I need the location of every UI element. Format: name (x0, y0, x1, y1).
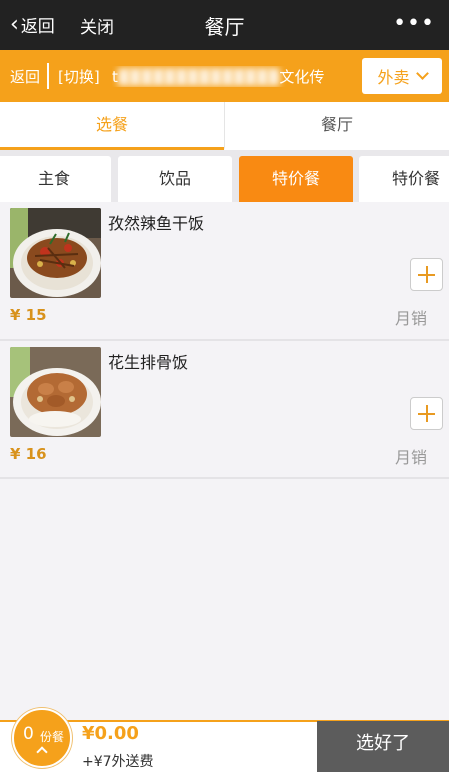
store-name-suffix: 文化传 (279, 68, 325, 86)
category-tab-staple[interactable]: 主食 (0, 156, 111, 202)
category-tab-drinks[interactable]: 饮品 (118, 156, 232, 202)
category-tabs: 主食 饮品 特价餐 特价餐 (0, 150, 449, 202)
chevron-left-icon: ‹ (10, 11, 19, 37)
delivery-fee: +¥7外送费 (82, 754, 154, 770)
category-tab-special-2[interactable]: 特价餐 (359, 156, 449, 202)
cart-count: 0 (23, 724, 34, 744)
dish-price: ¥ 16 (10, 445, 47, 463)
order-mode-select[interactable]: 外卖 (362, 58, 442, 94)
more-dots-icon[interactable]: ••• (393, 11, 435, 36)
store-back-link[interactable]: 返回 (10, 66, 40, 87)
add-to-cart-button[interactable] (410, 397, 443, 430)
add-to-cart-button[interactable] (410, 258, 443, 291)
store-name-blurred: ██████████████ (117, 68, 280, 86)
dish-item: 孜然辣鱼干饭 ¥ 15 月销 (0, 202, 449, 338)
back-button[interactable]: ‹ 返回 (10, 12, 55, 37)
category-tab-special[interactable]: 特价餐 (239, 156, 353, 202)
top-navbar: ‹ 返回 关闭 餐厅 ••• (0, 0, 449, 50)
store-name: t██████████████文化传 (112, 66, 362, 87)
dish-item: 花生排骨饭 ¥ 16 月销 (0, 341, 449, 477)
cart-total: ¥0.00 (82, 723, 139, 744)
divider (0, 477, 449, 479)
dish-monthly-sales: 月销 (394, 309, 427, 328)
tab-choose-meal[interactable]: 选餐 (0, 102, 224, 150)
dish-name: 花生排骨饭 (108, 353, 189, 372)
main-tabs: 选餐 餐厅 (0, 102, 449, 150)
chevron-up-icon (36, 746, 48, 758)
dish-name: 孜然辣鱼干饭 (108, 214, 205, 233)
tab-restaurant[interactable]: 餐厅 (224, 102, 449, 150)
cart-unit: 份餐 (40, 730, 65, 744)
order-mode-value: 外卖 (377, 68, 410, 87)
chevron-down-icon (415, 67, 429, 80)
dish-image-peanut-rib (10, 347, 101, 437)
switch-store-link[interactable]: [切换] (58, 66, 100, 87)
cart-button[interactable]: 0 份餐 (12, 708, 72, 768)
back-label: 返回 (20, 17, 55, 37)
page-title: 餐厅 (204, 15, 245, 39)
close-button[interactable]: 关闭 (80, 13, 114, 38)
store-info-bar: 返回 [切换] t██████████████文化传 外卖 (0, 50, 449, 102)
divider (47, 63, 49, 89)
dish-price: ¥ 15 (10, 306, 47, 324)
dish-image-spicy-fish (10, 208, 101, 298)
checkout-button[interactable]: 选好了 (317, 721, 449, 772)
dish-monthly-sales: 月销 (394, 448, 427, 467)
